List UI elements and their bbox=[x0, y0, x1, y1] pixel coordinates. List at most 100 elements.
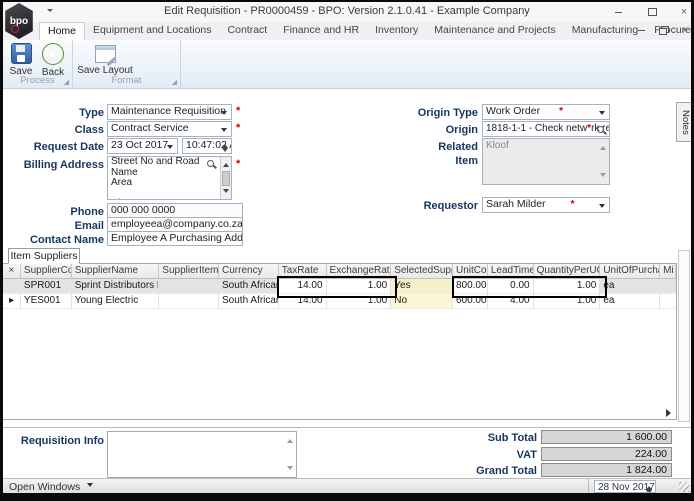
grid-cell[interactable] bbox=[660, 294, 676, 309]
type-combo[interactable]: Maintenance Requisition bbox=[107, 104, 232, 120]
minimize-icon[interactable] bbox=[609, 6, 627, 20]
chevron-down-icon[interactable] bbox=[221, 127, 227, 135]
email-field[interactable]: employeea@company.co.za bbox=[107, 217, 243, 232]
chevron-down-icon[interactable] bbox=[221, 110, 227, 118]
statusbar-date-field[interactable]: 28 Nov 2017 bbox=[594, 480, 656, 493]
origin-field[interactable]: 1818-1-1 - Check netw*rk require... bbox=[482, 121, 610, 137]
window-border-bottom bbox=[0, 493, 694, 501]
phone-label: Phone bbox=[70, 206, 104, 218]
maximize-icon[interactable] bbox=[643, 6, 661, 20]
grid-cell[interactable]: 4.00 bbox=[487, 294, 534, 309]
grid-column-header[interactable]: UnitOfPurchase bbox=[600, 264, 661, 279]
tab-home[interactable]: Home bbox=[39, 22, 86, 40]
grid-cell[interactable]: ea bbox=[600, 294, 661, 309]
format-dialog-launcher-icon[interactable] bbox=[171, 79, 177, 85]
grid-cell[interactable]: 1.00 bbox=[533, 279, 601, 294]
search-icon[interactable] bbox=[597, 126, 607, 136]
tab-item-suppliers[interactable]: Item Suppliers bbox=[8, 248, 80, 264]
grid-cell[interactable] bbox=[159, 294, 220, 309]
billing-scrollbar[interactable] bbox=[220, 157, 231, 199]
tab-equipment-and-locations[interactable]: Equipment and Locations bbox=[85, 22, 220, 40]
scroll-down-icon[interactable] bbox=[600, 173, 606, 180]
spin-up-icon[interactable] bbox=[221, 141, 228, 148]
grid-cell[interactable] bbox=[660, 279, 676, 294]
notes-side-tab[interactable]: Notes bbox=[676, 102, 691, 142]
grid-column-header[interactable]: TaxRate bbox=[278, 264, 327, 279]
chevron-down-icon[interactable] bbox=[167, 144, 173, 152]
grid-column-header[interactable]: QuantityPerUOP bbox=[533, 264, 601, 279]
tab-inventory[interactable]: Inventory bbox=[367, 22, 426, 40]
time-spinner[interactable] bbox=[220, 140, 229, 152]
grid-column-header[interactable]: SupplierCode bbox=[20, 264, 72, 279]
grid-column-header[interactable]: SelectedSupplier bbox=[391, 264, 453, 279]
grid-cell[interactable]: Sprint Distributors Local bbox=[71, 279, 160, 294]
chevron-down-icon[interactable] bbox=[599, 110, 605, 118]
grid-vertical-scrollbar-track[interactable] bbox=[678, 250, 690, 422]
scroll-down-icon[interactable] bbox=[287, 466, 293, 473]
scroll-up-icon[interactable] bbox=[223, 160, 229, 167]
grid-cell[interactable]: 800.00 bbox=[452, 279, 488, 294]
grid-column-header[interactable]: SupplierItemCode bbox=[159, 264, 220, 279]
phone-field[interactable]: 000 000 0000 bbox=[107, 203, 243, 218]
ribbon-tabstrip: Home Equipment and Locations Contract Fi… bbox=[3, 22, 694, 41]
grid-cell[interactable]: 14.00 bbox=[278, 294, 327, 309]
date-spinner[interactable] bbox=[644, 482, 653, 492]
child-minimize-icon[interactable] bbox=[633, 25, 649, 38]
contact-name-label: Contact Name bbox=[30, 234, 104, 246]
contact-name-field[interactable]: Employee A Purchasing Address bbox=[107, 231, 243, 246]
grid-cell[interactable] bbox=[159, 279, 220, 294]
grid-cell[interactable]: 1.00 bbox=[533, 294, 601, 309]
scroll-thumb[interactable] bbox=[222, 171, 230, 186]
tab-contract[interactable]: Contract bbox=[220, 22, 276, 40]
grid-hscroll-right-icon[interactable] bbox=[666, 409, 675, 417]
request-time-field[interactable]: 10:47:02 AM bbox=[182, 138, 232, 154]
child-restore-icon[interactable] bbox=[655, 25, 671, 38]
grid-column-header[interactable]: Mi bbox=[660, 264, 676, 279]
class-value: Contract Service bbox=[111, 122, 189, 134]
request-date-field[interactable]: 23 Oct 2017 bbox=[107, 138, 178, 154]
grid-cell[interactable]: 1.00 bbox=[326, 294, 392, 309]
email-label: Email bbox=[74, 220, 104, 232]
grid-cell[interactable]: 0.00 bbox=[487, 279, 534, 294]
resize-grip[interactable] bbox=[679, 482, 689, 492]
process-dialog-launcher-icon[interactable] bbox=[63, 79, 69, 85]
origin-type-combo[interactable]: Work Order * bbox=[482, 104, 610, 120]
grid-row[interactable]: SPR001Sprint Distributors Local South Afr… bbox=[3, 279, 676, 294]
scroll-up-icon[interactable] bbox=[287, 436, 293, 443]
type-value: Maintenance Requisition bbox=[111, 105, 226, 117]
grid-cell[interactable]: 1.00 bbox=[326, 279, 392, 294]
grid-column-header[interactable]: Currency bbox=[219, 264, 279, 279]
grid-column-header[interactable]: UnitCost bbox=[452, 264, 488, 279]
chevron-down-icon[interactable] bbox=[599, 203, 605, 211]
grid-column-header[interactable]: × bbox=[3, 264, 21, 279]
grid-cell[interactable]: South African Rand bbox=[219, 294, 279, 309]
grid-cell[interactable]: 600.00 bbox=[452, 294, 488, 309]
tab-finance-and-hr[interactable]: Finance and HR bbox=[275, 22, 367, 40]
scroll-up-icon[interactable] bbox=[600, 143, 606, 150]
spin-down-icon[interactable] bbox=[221, 148, 228, 153]
grid-column-header[interactable]: LeadTime bbox=[487, 264, 534, 279]
grid-cell[interactable]: Young Electric bbox=[71, 294, 160, 309]
tab-maintenance-and-projects[interactable]: Maintenance and Projects bbox=[426, 22, 563, 40]
open-windows-button[interactable]: Open Windows bbox=[9, 481, 94, 493]
search-icon[interactable] bbox=[207, 160, 217, 170]
requestor-combo[interactable]: Sarah Milder * bbox=[482, 197, 610, 213]
grid-cell[interactable]: Yes bbox=[391, 279, 453, 294]
grid-column-header[interactable]: ExchangeRate bbox=[326, 264, 392, 279]
requisition-info-textarea[interactable] bbox=[107, 431, 297, 478]
spin-up-icon[interactable] bbox=[645, 483, 652, 490]
grid-cell[interactable]: ea bbox=[600, 279, 661, 294]
grid-cell[interactable]: SPR001 bbox=[20, 279, 72, 294]
quick-access-dropdown-icon[interactable] bbox=[47, 9, 53, 15]
ribbon-group-process: Save Back Process bbox=[3, 40, 73, 88]
grid-cell[interactable]: South African Rand bbox=[219, 279, 279, 294]
billing-address-box[interactable]: Street No and Road Name Area City bbox=[107, 156, 232, 200]
class-combo[interactable]: Contract Service bbox=[107, 121, 232, 137]
grid-cell[interactable]: 14.00 bbox=[278, 279, 327, 294]
grid-row[interactable]: ▸YES001Young ElectricSouth African Rand1… bbox=[3, 294, 676, 309]
scroll-down-icon[interactable] bbox=[223, 189, 229, 196]
window-border-left bbox=[0, 0, 3, 501]
grid-cell[interactable]: No bbox=[391, 294, 453, 309]
grid-column-header[interactable]: SupplierName bbox=[71, 264, 160, 279]
grid-cell[interactable]: YES001 bbox=[20, 294, 72, 309]
